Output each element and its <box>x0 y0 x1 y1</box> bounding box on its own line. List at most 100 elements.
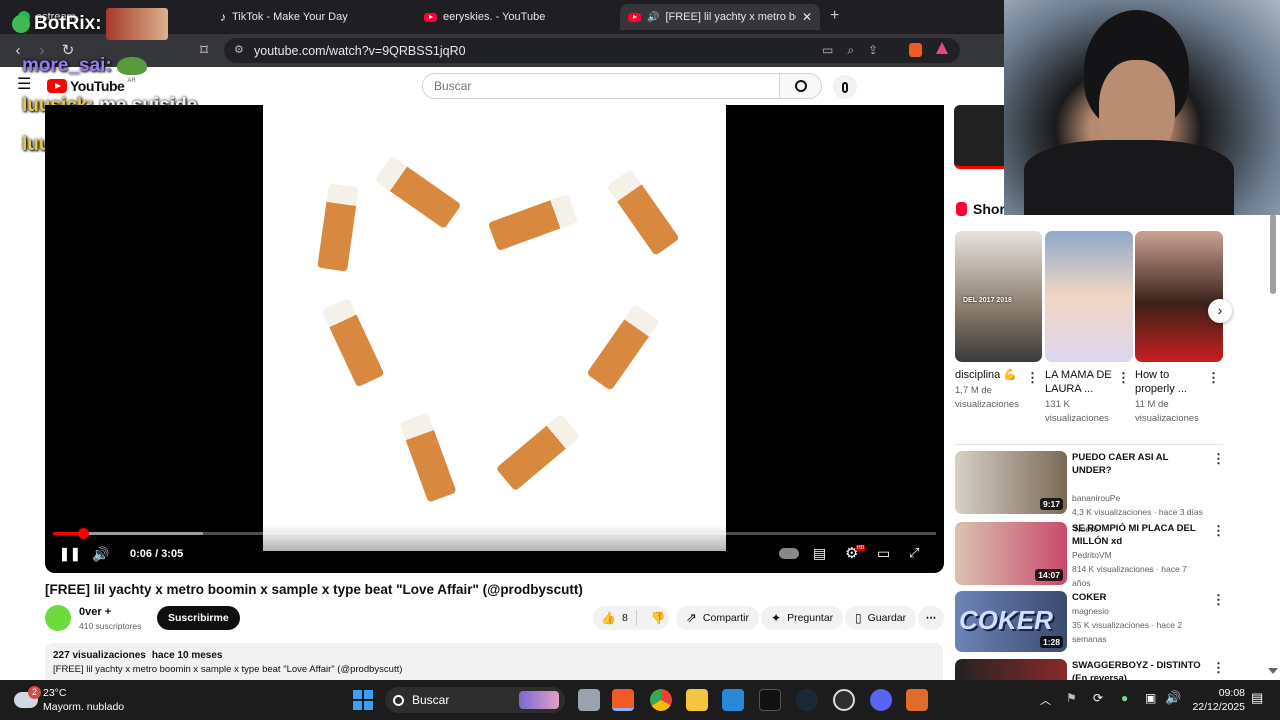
temperature: 23°C <box>43 687 67 699</box>
recommended-channel: bananirouPe <box>1072 493 1121 503</box>
short-menu-icon[interactable]: ⋮ <box>1026 370 1039 386</box>
chat-line: more_sai: <box>22 55 148 77</box>
search-button[interactable] <box>779 74 821 98</box>
weather-badge: 2 <box>28 686 41 699</box>
steam-icon[interactable] <box>796 689 818 711</box>
video-player[interactable]: ❚❚ 🔊 0:06 / 3:05 ▤ ⚙ HD ▭ ⤢ <box>45 105 944 573</box>
microsoft-store-icon[interactable] <box>722 689 744 711</box>
description-box[interactable]: 227 visualizaciones hace 10 meses [FREE]… <box>45 643 943 685</box>
recommended-meta: 35 K visualizaciones · hace 2 semanas <box>1072 620 1183 644</box>
network-icon[interactable]: ⟳ <box>1093 691 1103 705</box>
wifi-icon[interactable]: ▣ <box>1145 691 1156 705</box>
taskbar-search-label: Buscar <box>412 693 450 707</box>
scroll-down-icon[interactable] <box>1268 668 1278 674</box>
brave-shield-icon[interactable] <box>909 43 922 57</box>
recommended-item[interactable]: COKER magnesio 35 K visualizaciones · ha… <box>1072 591 1206 646</box>
start-button[interactable] <box>353 690 373 710</box>
channel-name[interactable]: 0ver + <box>79 606 111 618</box>
menu-icon[interactable]: ☰ <box>17 77 31 93</box>
dislike-button[interactable]: 👎 <box>643 611 674 625</box>
ask-label: Preguntar <box>787 612 834 624</box>
share-button[interactable]: ⇗ Compartir <box>676 606 759 630</box>
tab-current-video[interactable]: 🔊 [FREE] lil yachty x metro boomin ✕ <box>620 4 820 30</box>
youtube-logo[interactable]: YouTube AR <box>47 78 136 94</box>
fl-studio-icon[interactable] <box>906 689 928 711</box>
subscribe-button[interactable]: Suscribirme <box>157 606 240 630</box>
progress-scrubber[interactable] <box>78 528 90 539</box>
like-button[interactable]: 👍 8 <box>593 610 637 626</box>
chrome-icon[interactable] <box>650 689 672 711</box>
autoplay-toggle[interactable] <box>779 548 799 559</box>
file-explorer-icon[interactable] <box>686 689 708 711</box>
tray-app-icon[interactable]: ⚑ <box>1066 691 1077 705</box>
short-views: 1,7 M de visualizaciones <box>955 385 1019 410</box>
sparkle-icon: ✦ <box>771 611 782 625</box>
fullscreen-icon[interactable]: ⤢ <box>909 545 919 561</box>
page-scrollbar[interactable] <box>1270 214 1276 294</box>
video-thumbnail[interactable] <box>955 659 1067 680</box>
short-menu-icon[interactable]: ⋮ <box>1117 370 1130 386</box>
tab-eeryskies[interactable]: eeryskies. - YouTube <box>416 4 616 30</box>
search-input[interactable] <box>423 74 779 98</box>
pause-button[interactable]: ❚❚ <box>59 546 81 562</box>
short-thumbnail[interactable]: DEL 2017 2018 <box>955 231 1042 362</box>
share-label: Compartir <box>702 612 749 624</box>
recommended-menu-icon[interactable]: ⋮ <box>1212 523 1225 539</box>
short-thumbnail[interactable] <box>1135 231 1223 362</box>
recommended-menu-icon[interactable]: ⋮ <box>1212 660 1225 676</box>
volume-icon[interactable]: 🔊 <box>1165 690 1181 706</box>
epic-games-icon[interactable] <box>759 689 781 711</box>
shorts-next-button[interactable]: › <box>1208 299 1232 323</box>
recommended-item[interactable]: SWAGGERBOYZ - DISTINTO (En reversa) <box>1072 659 1206 680</box>
show-hidden-icons[interactable]: ︿ <box>1040 692 1051 708</box>
botrix-overlay: BotRix: <box>12 8 168 40</box>
video-thumbnail[interactable]: 14:07 <box>955 522 1067 585</box>
short-item[interactable]: disciplina 💪 1,7 M de visualizaciones <box>955 368 1025 412</box>
microphone-tray-icon[interactable]: ● <box>1121 691 1128 705</box>
short-menu-icon[interactable]: ⋮ <box>1207 370 1220 386</box>
short-title: disciplina 💪 <box>955 369 1017 381</box>
video-thumbnail[interactable]: COKER 1:28 <box>955 591 1067 652</box>
more-actions-button[interactable]: ⋯ <box>918 606 944 630</box>
frog-emote-icon <box>117 56 148 75</box>
save-button[interactable]: ▯ Guardar <box>845 606 917 630</box>
weather-widget[interactable]: 2 <box>14 686 41 712</box>
cigarette-butt-image <box>399 412 457 503</box>
task-view-icon[interactable] <box>578 689 600 711</box>
bookmark-icon[interactable]: ⌑ <box>194 41 214 61</box>
voice-search-button[interactable] <box>833 75 857 99</box>
address-actions[interactable]: ▭⌕⇪ <box>822 43 892 58</box>
video-thumbnail[interactable]: 9:17 <box>955 451 1067 514</box>
tab-tiktok[interactable]: ♪ TikTok - Make Your Day <box>212 4 412 30</box>
subtitles-icon[interactable]: ▤ <box>813 545 826 562</box>
recommended-title: COKER <box>1072 592 1107 603</box>
taskbar-search[interactable]: Buscar <box>385 687 565 713</box>
brave-browser-icon[interactable] <box>612 689 634 711</box>
short-item[interactable]: LA MAMA DE LAURA ... 131 K visualizacion… <box>1045 368 1115 426</box>
cigarette-butt-image <box>321 297 385 388</box>
new-tab-button[interactable]: + <box>830 7 839 25</box>
tiktok-icon: ♪ <box>220 10 226 24</box>
theater-mode-icon[interactable]: ▭ <box>877 545 890 562</box>
recommended-menu-icon[interactable]: ⋮ <box>1212 592 1225 608</box>
close-tab-icon[interactable]: ✕ <box>802 10 812 24</box>
discord-icon[interactable] <box>870 689 892 711</box>
volume-button[interactable]: 🔊 <box>92 546 109 563</box>
channel-avatar[interactable] <box>45 605 71 631</box>
brave-rewards-icon[interactable] <box>936 42 948 54</box>
short-item[interactable]: How to properly ... 11 M de visualizacio… <box>1135 368 1205 426</box>
short-thumbnail[interactable] <box>1045 231 1133 362</box>
progress-bar[interactable] <box>53 528 936 539</box>
recommended-menu-icon[interactable]: ⋮ <box>1212 451 1225 467</box>
short-title: How to properly ... <box>1135 369 1187 395</box>
recommended-channel: PedritoVM <box>1072 550 1112 560</box>
site-info-icon[interactable]: ⚙ <box>234 43 244 56</box>
recommended-meta: 814 K visualizaciones · hace 7 años <box>1072 564 1187 588</box>
recommended-item[interactable]: SE ROMPIÓ MI PLACA DEL MILLÓN xd Pedrito… <box>1072 522 1206 590</box>
notification-icon[interactable]: ▤ <box>1251 690 1263 706</box>
clock-date: 22/12/2025 <box>1192 701 1245 713</box>
save-label: Guardar <box>867 612 907 624</box>
ask-button[interactable]: ✦ Preguntar <box>761 606 844 630</box>
obs-icon[interactable] <box>833 689 855 711</box>
cigarette-butt-image <box>487 193 579 252</box>
